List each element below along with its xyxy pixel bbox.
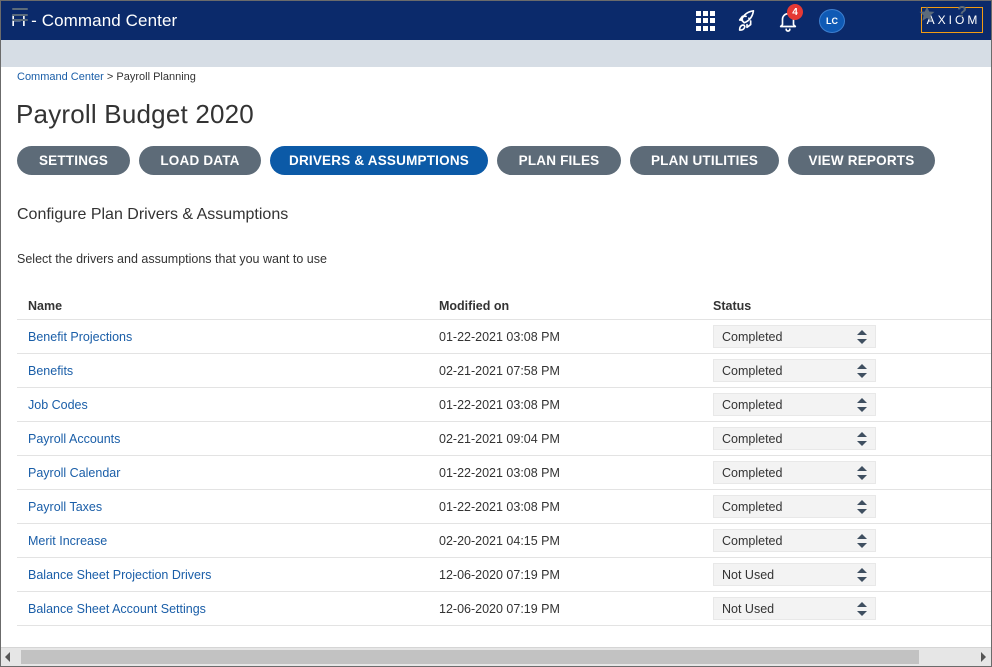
status-select[interactable]: Completed (713, 461, 876, 484)
tab-view-reports[interactable]: VIEW REPORTS (788, 146, 935, 175)
status-select[interactable]: Completed (713, 495, 876, 518)
breadcrumb: Command Center > Payroll Planning (17, 71, 196, 83)
rocket-icon[interactable] (736, 9, 758, 31)
app-title: FI - Command Center (11, 10, 178, 30)
status-value: Completed (722, 465, 783, 480)
sort-arrows-icon (857, 568, 867, 582)
tab-settings[interactable]: SETTINGS (17, 146, 130, 175)
sort-arrows-icon (857, 466, 867, 480)
row-modified: 12-06-2020 07:19 PM (439, 568, 560, 582)
sort-arrows-icon (857, 330, 867, 344)
horizontal-scrollbar[interactable] (1, 647, 991, 666)
drivers-table: Name Modified on Status Benefit Projecti… (17, 295, 991, 626)
table-row: Benefit Projections 01-22-2021 03:08 PM Co… (17, 320, 991, 354)
row-name-link[interactable]: Payroll Taxes (28, 500, 102, 514)
header-name: Name (28, 299, 63, 313)
row-modified: 12-06-2020 07:19 PM (439, 602, 560, 616)
hamburger-icon[interactable] (12, 8, 28, 21)
table-row: Payroll Accounts 02-21-2021 09:04 PM Compl… (17, 422, 991, 456)
row-name-link[interactable]: Payroll Calendar (28, 466, 120, 480)
status-value: Completed (722, 329, 783, 344)
row-name-link[interactable]: Balance Sheet Projection Drivers (28, 568, 211, 582)
sort-arrows-icon (857, 432, 867, 446)
row-modified: 02-21-2021 07:58 PM (439, 364, 560, 378)
table-row: Benefits 02-21-2021 07:58 PM Completed (17, 354, 991, 388)
table-row: Payroll Taxes 01-22-2021 03:08 PM Complete… (17, 490, 991, 524)
row-modified: 02-21-2021 09:04 PM (439, 432, 560, 446)
row-modified: 01-22-2021 03:08 PM (439, 398, 560, 412)
status-select[interactable]: Completed (713, 359, 876, 382)
status-value: Completed (722, 499, 783, 514)
row-modified: 01-22-2021 03:08 PM (439, 330, 560, 344)
row-modified: 01-22-2021 03:08 PM (439, 500, 560, 514)
tab-load-data[interactable]: LOAD DATA (139, 146, 261, 175)
status-select[interactable]: Not Used (713, 597, 876, 620)
secondary-toolbar (1, 40, 991, 67)
sort-arrows-icon (857, 534, 867, 548)
status-value: Completed (722, 431, 783, 446)
star-icon[interactable] (918, 5, 936, 23)
status-select[interactable]: Not Used (713, 563, 876, 586)
tab-plan-files[interactable]: PLAN FILES (497, 146, 621, 175)
scrollbar-thumb[interactable] (21, 650, 919, 664)
help-icon[interactable]: ? (955, 4, 969, 24)
row-name-link[interactable]: Benefit Projections (28, 330, 132, 344)
scroll-left-icon[interactable] (5, 652, 10, 662)
instructions-text: Select the drivers and assumptions that … (17, 252, 327, 266)
sort-arrows-icon (857, 398, 867, 412)
tab-drivers-assumptions[interactable]: DRIVERS & ASSUMPTIONS (270, 146, 488, 175)
section-title: Configure Plan Drivers & Assumptions (17, 206, 289, 223)
sort-arrows-icon (857, 500, 867, 514)
avatar[interactable]: LC (819, 9, 845, 33)
status-select[interactable]: Completed (713, 393, 876, 416)
status-select[interactable]: Completed (713, 529, 876, 552)
row-name-link[interactable]: Payroll Accounts (28, 432, 120, 446)
table-row: Balance Sheet Projection Drivers 12-06-20… (17, 558, 991, 592)
table-row: Balance Sheet Account Settings 12-06-2020… (17, 592, 991, 626)
row-name-link[interactable]: Job Codes (28, 398, 88, 412)
page-title: Payroll Budget 2020 (16, 99, 254, 129)
header-modified: Modified on (439, 299, 510, 313)
row-name-link[interactable]: Merit Increase (28, 534, 107, 548)
header-status: Status (713, 299, 752, 313)
row-modified: 01-22-2021 03:08 PM (439, 466, 560, 480)
grid-icon[interactable] (695, 11, 715, 31)
breadcrumb-current: Payroll Planning (116, 71, 196, 83)
tab-plan-utilities[interactable]: PLAN UTILITIES (630, 146, 779, 175)
breadcrumb-command-center[interactable]: Command Center (17, 71, 104, 83)
table-row: Merit Increase 02-20-2021 04:15 PM Complet… (17, 524, 991, 558)
status-value: Not Used (722, 567, 775, 582)
row-modified: 02-20-2021 04:15 PM (439, 534, 560, 548)
status-value: Not Used (722, 601, 775, 616)
scroll-right-icon[interactable] (981, 652, 986, 662)
notification-badge: 4 (787, 4, 803, 20)
breadcrumb-separator: > (106, 71, 114, 83)
status-value: Completed (722, 533, 783, 548)
status-value: Completed (722, 363, 783, 378)
row-name-link[interactable]: Balance Sheet Account Settings (28, 602, 206, 616)
status-select[interactable]: Completed (713, 427, 876, 450)
status-select[interactable]: Completed (713, 325, 876, 348)
table-row: Payroll Calendar 01-22-2021 03:08 PM Compl… (17, 456, 991, 490)
table-header: Name Modified on Status (17, 295, 991, 320)
sort-arrows-icon (857, 602, 867, 616)
row-name-link[interactable]: Benefits (28, 364, 73, 378)
status-value: Completed (722, 397, 783, 412)
sort-arrows-icon (857, 364, 867, 378)
table-row: Job Codes 01-22-2021 03:08 PM Completed (17, 388, 991, 422)
